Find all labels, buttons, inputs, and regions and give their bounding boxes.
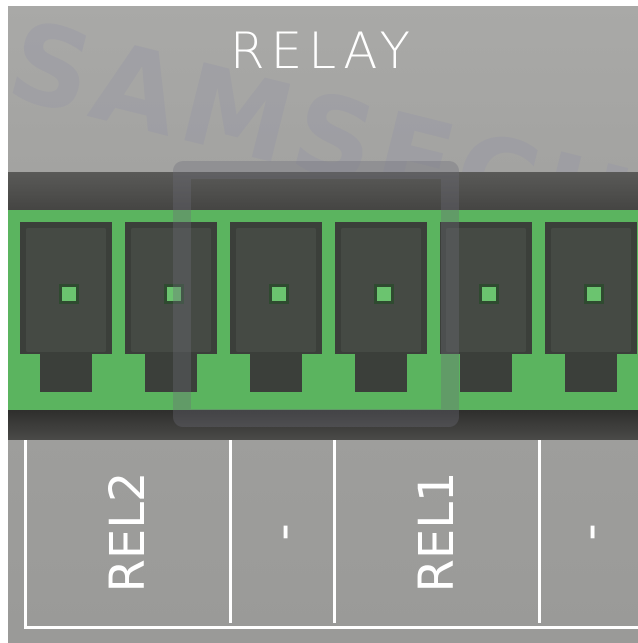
terminal-slot-6: [545, 222, 637, 392]
terminal-foot: [92, 354, 112, 392]
relay-photo: SAMSECUR RELAY REL2 - REL1 -: [8, 6, 638, 643]
terminal-foot: [512, 354, 532, 392]
terminal-foot: [617, 354, 637, 392]
label-cell-rel2: REL2: [27, 440, 232, 623]
screw-icon: [584, 284, 604, 304]
label-cell-minus-1: -: [232, 440, 336, 623]
screw-icon: [59, 284, 79, 304]
watermark-camera-icon: [173, 161, 459, 427]
terminal-foot: [125, 354, 145, 392]
terminal-foot: [545, 354, 565, 392]
terminal-foot: [20, 354, 40, 392]
label-minus: -: [254, 522, 311, 541]
label-rel1: REL1: [409, 471, 465, 592]
label-cell-rel1: REL1: [336, 440, 541, 623]
label-minus: -: [561, 522, 618, 541]
screw-icon: [479, 284, 499, 304]
label-rel2: REL2: [100, 471, 156, 592]
page-title: RELAY: [229, 22, 417, 80]
label-cell-minus-2: -: [541, 440, 638, 623]
label-strip: REL2 - REL1 -: [24, 440, 638, 629]
terminal-slot-1: [20, 222, 112, 392]
